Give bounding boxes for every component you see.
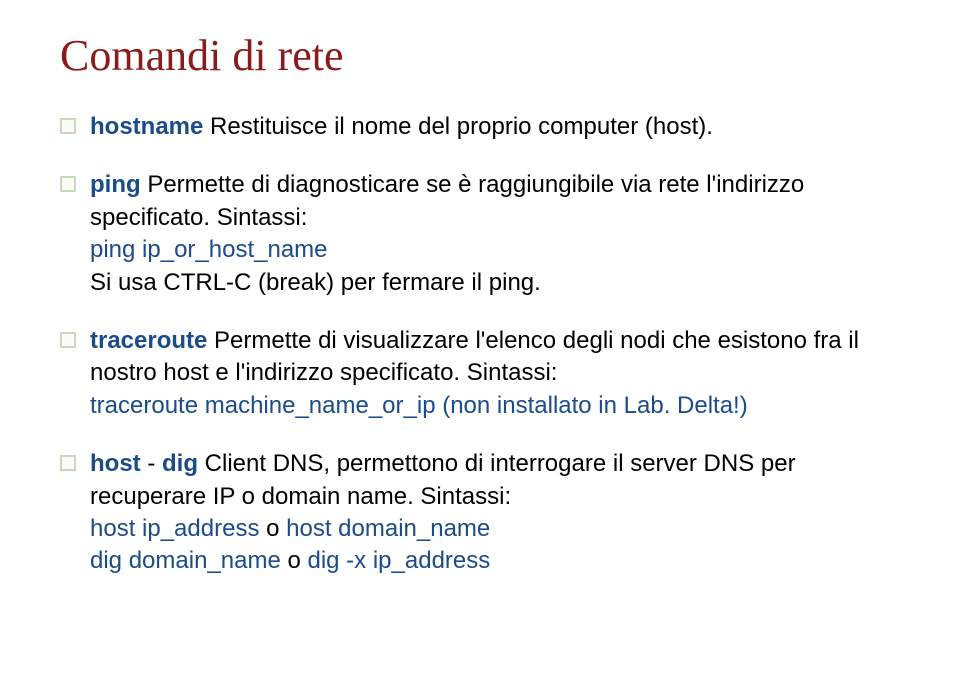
bullet-marker-icon	[60, 176, 76, 192]
keyword-dig: dig	[162, 450, 198, 477]
bullet-host-dig: host - dig Client DNS, permettono di int…	[60, 448, 910, 578]
command-ping: ping ip_or_host_name	[90, 236, 328, 263]
bullet-traceroute: traceroute Permette di visualizzare l'el…	[60, 325, 910, 422]
text: Permette di diagnosticare se è raggiungi…	[90, 171, 804, 230]
command-dig-x: dig -x ip_address	[307, 547, 490, 574]
or2: o	[281, 547, 308, 574]
command-traceroute: traceroute machine_name_or_ip (non insta…	[90, 392, 748, 419]
bullet-ping: ping Permette di diagnosticare se è ragg…	[60, 169, 910, 299]
separator: -	[141, 450, 162, 477]
keyword-host: host	[90, 450, 141, 477]
bullet-marker-icon	[60, 118, 76, 134]
text: Si usa CTRL-C (break) per fermare il pin…	[90, 269, 541, 296]
slide: Comandi di rete hostname Restituisce il …	[0, 0, 960, 634]
bullet-marker-icon	[60, 332, 76, 348]
bullet-content: ping Permette di diagnosticare se è ragg…	[90, 169, 910, 299]
or1: o	[259, 515, 286, 542]
bullet-content: hostname Restituisce il nome del proprio…	[90, 111, 910, 143]
command-dig-domain: dig domain_name	[90, 547, 281, 574]
command-host-ip: host ip_address	[90, 515, 259, 542]
bullet-hostname: hostname Restituisce il nome del proprio…	[60, 111, 910, 143]
bullet-content: traceroute Permette di visualizzare l'el…	[90, 325, 910, 422]
slide-title: Comandi di rete	[60, 30, 910, 81]
bullet-marker-icon	[60, 455, 76, 471]
text: Restituisce il nome del proprio computer…	[203, 113, 713, 140]
keyword-traceroute: traceroute	[90, 327, 207, 354]
command-host-domain: host domain_name	[286, 515, 490, 542]
keyword-ping: ping	[90, 171, 141, 198]
bullet-content: host - dig Client DNS, permettono di int…	[90, 448, 910, 578]
keyword-hostname: hostname	[90, 113, 203, 140]
